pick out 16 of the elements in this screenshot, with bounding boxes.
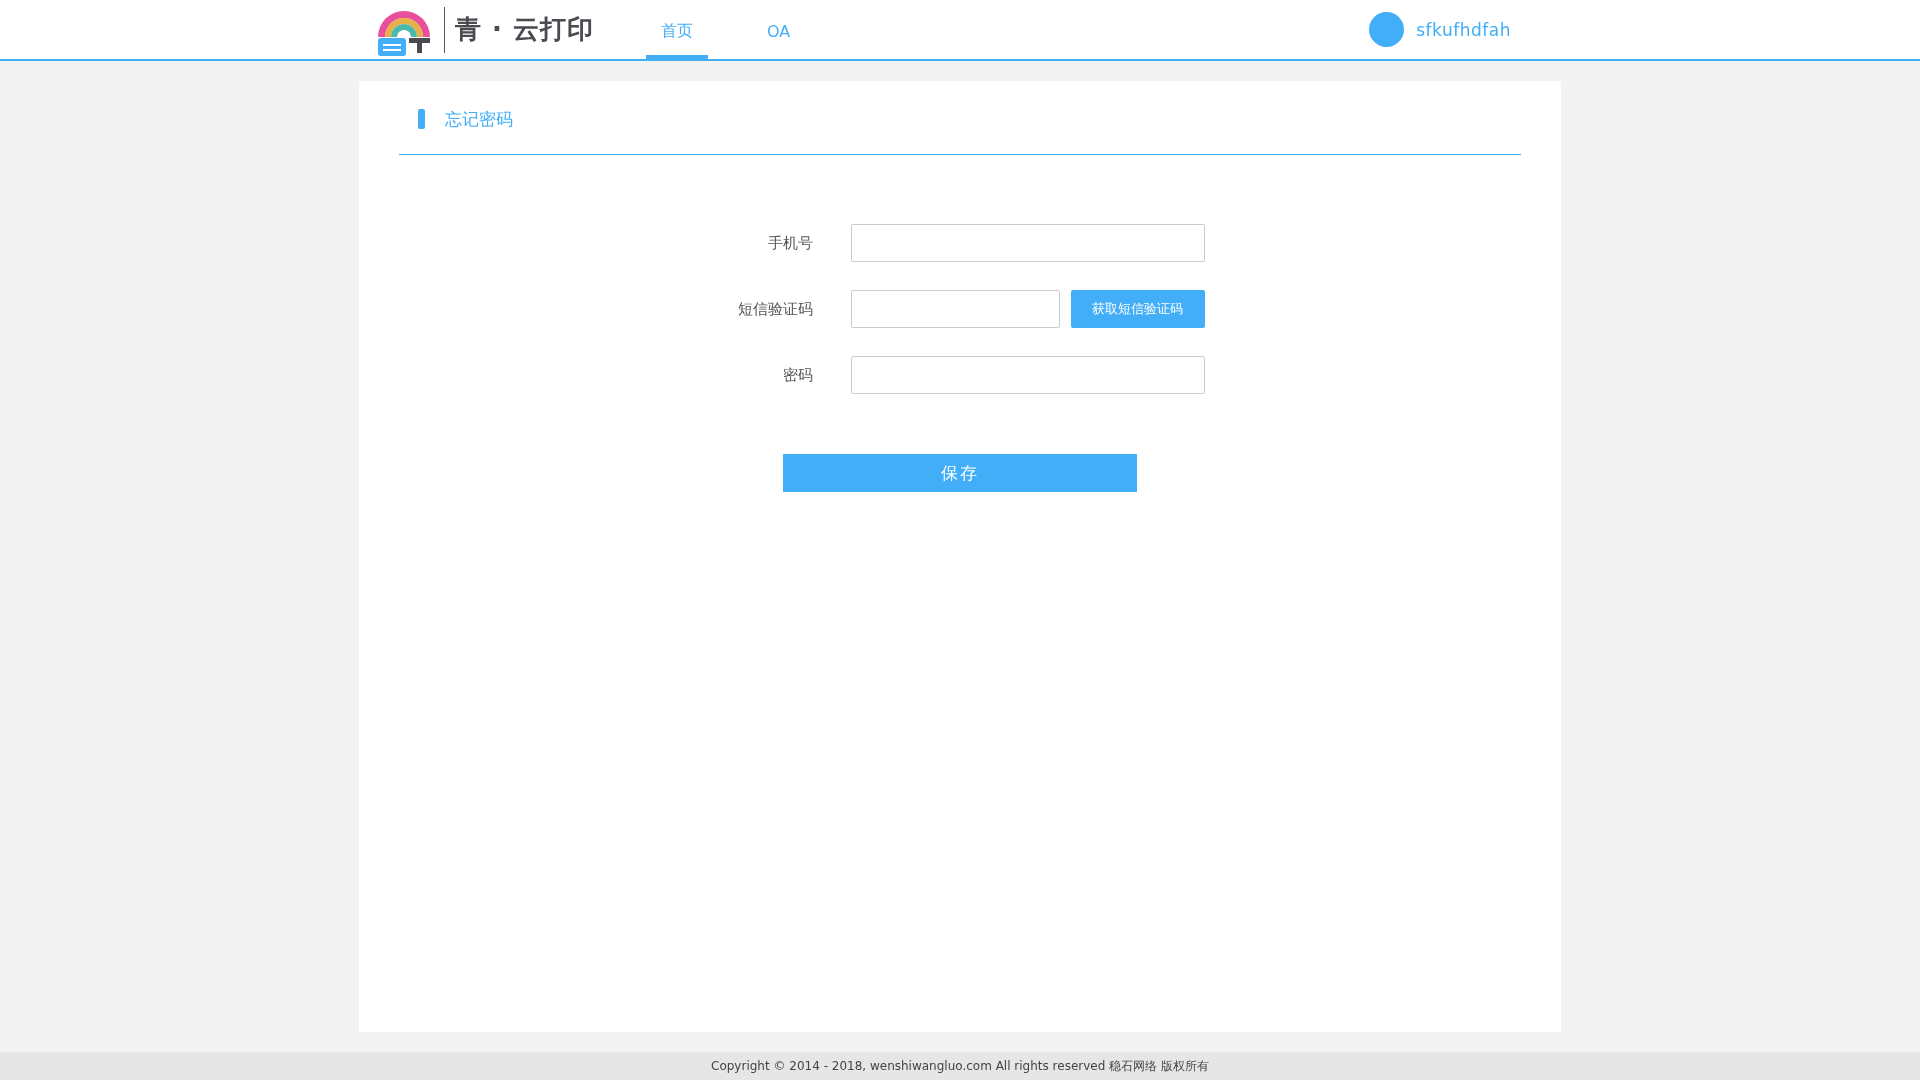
- copyright-text: Copyright © 2014 - 2018, wenshiwangluo.com All rights reserved 稳石网络 版权所有: [711, 1057, 1209, 1075]
- panel-title: 忘记密码: [445, 107, 513, 131]
- input-field[interactable]: [850, 290, 1060, 328]
- nav-tab[interactable]: 首页: [646, 4, 708, 59]
- brand-name: 青 · 云打印: [455, 13, 594, 46]
- nav-tab[interactable]: OA: [752, 4, 806, 59]
- avatar[interactable]: [1369, 12, 1405, 47]
- input-field[interactable]: [850, 224, 1205, 262]
- username[interactable]: sfkufhdfah: [1416, 19, 1511, 40]
- input-field[interactable]: [850, 356, 1205, 394]
- get-code-button[interactable]: 获取短信验证码: [1070, 290, 1205, 328]
- save-button[interactable]: 保存: [783, 454, 1137, 492]
- field-label: 短信验证码: [736, 299, 814, 319]
- field-label: 手机号: [766, 233, 814, 253]
- field-label: 密码: [781, 365, 814, 385]
- title-marker-icon: [418, 109, 425, 129]
